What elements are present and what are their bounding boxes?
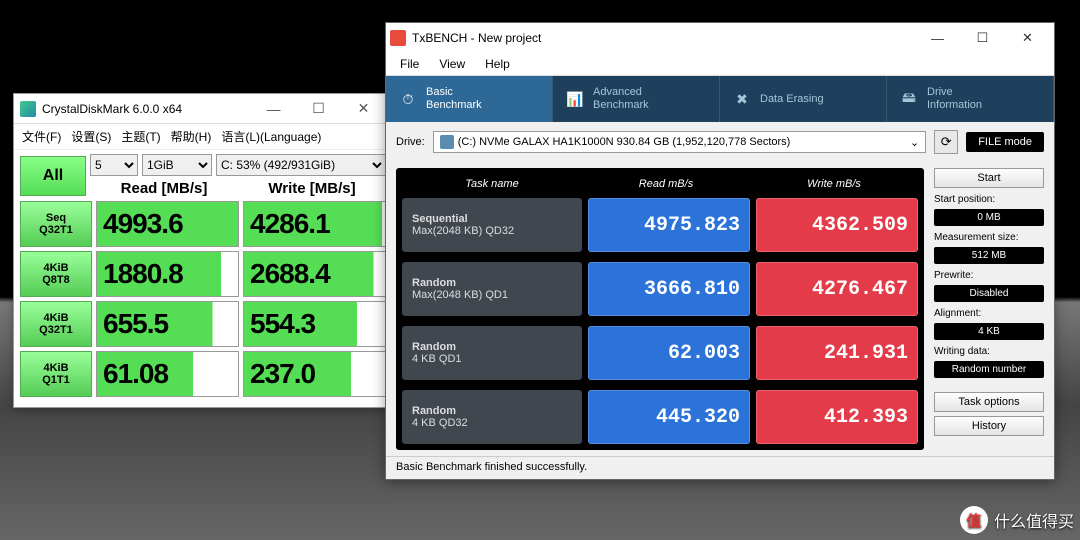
prewrite-value[interactable]: Disabled [934, 285, 1044, 302]
write-value: 2688.4 [243, 251, 386, 297]
table-row: RandomMax(2048 KB) QD1 3666.810 4276.467 [402, 262, 918, 316]
drive-select[interactable]: C: 53% (492/931GiB) [216, 154, 386, 176]
drive-label: Drive: [396, 136, 425, 148]
watermark: 值 什么值得买 [960, 506, 1074, 534]
col-read: Read mB/s [582, 178, 750, 190]
watermark-badge-icon: 值 [960, 506, 988, 534]
cdm-title: CrystalDiskMark 6.0.0 x64 [42, 102, 251, 116]
results-table: Task name Read mB/s Write mB/s Sequentia… [396, 168, 924, 450]
all-button[interactable]: All [20, 156, 86, 196]
menu-file[interactable]: 文件(F) [18, 126, 65, 147]
test-button-4kib-q32t1[interactable]: 4KiBQ32T1 [20, 301, 92, 347]
watermark-text: 什么值得买 [994, 508, 1074, 532]
txb-app-icon [390, 30, 406, 46]
size-select[interactable]: 1GiB [142, 154, 212, 176]
table-row: Random4 KB QD32 445.320 412.393 [402, 390, 918, 444]
menu-file[interactable]: File [392, 55, 427, 73]
refresh-button[interactable]: ⟳ [934, 130, 958, 154]
read-value: 4975.823 [588, 198, 750, 252]
start-button[interactable]: Start [934, 168, 1044, 188]
drive-icon: 🖴 [899, 89, 919, 109]
write-header: Write [MB/s] [238, 180, 386, 197]
tab-basic-benchmark[interactable]: ⏱ BasicBenchmark [386, 76, 553, 122]
drive-selector-row: Drive: (C:) NVMe GALAX HA1K1000N 930.84 … [386, 122, 1054, 162]
passes-select[interactable]: 5 [90, 154, 138, 176]
table-row: SequentialMax(2048 KB) QD32 4975.823 436… [402, 198, 918, 252]
close-button[interactable]: ✕ [341, 95, 386, 123]
startpos-value[interactable]: 0 MB [934, 209, 1044, 226]
minimize-button[interactable]: — [915, 24, 960, 52]
task-name: RandomMax(2048 KB) QD1 [402, 262, 582, 316]
drive-select[interactable]: (C:) NVMe GALAX HA1K1000N 930.84 GB (1,9… [433, 131, 926, 153]
write-value: 241.931 [756, 326, 918, 380]
side-panel: Start Start position: 0 MB Measurement s… [934, 168, 1044, 450]
chevron-down-icon: ⌄ [910, 136, 919, 149]
minimize-button[interactable]: — [251, 95, 296, 123]
writing-label: Writing data: [934, 346, 1044, 357]
gauge-icon: ⏱ [398, 89, 418, 109]
read-header: Read [MB/s] [90, 180, 238, 197]
menu-help[interactable]: Help [477, 55, 518, 73]
erase-icon: ✖ [732, 89, 752, 109]
txbench-window: TxBENCH - New project — ☐ ✕ File View He… [385, 22, 1055, 480]
task-name: Random4 KB QD1 [402, 326, 582, 380]
read-value: 3666.810 [588, 262, 750, 316]
meassize-value[interactable]: 512 MB [934, 247, 1044, 264]
alignment-value[interactable]: 4 KB [934, 323, 1044, 340]
txb-menubar: File View Help [386, 53, 1054, 76]
crystaldiskmark-window: CrystalDiskMark 6.0.0 x64 — ☐ ✕ 文件(F) 设置… [13, 93, 393, 408]
read-value: 445.320 [588, 390, 750, 444]
read-value: 655.5 [96, 301, 239, 347]
test-button-4kib-q1t1[interactable]: 4KiBQ1T1 [20, 351, 92, 397]
menu-theme[interactable]: 主题(T) [117, 126, 164, 147]
test-button-seq-q32t1[interactable]: SeqQ32T1 [20, 201, 92, 247]
write-value: 4276.467 [756, 262, 918, 316]
menu-settings[interactable]: 设置(S) [67, 126, 115, 147]
meassize-label: Measurement size: [934, 232, 1044, 243]
read-value: 1880.8 [96, 251, 239, 297]
status-bar: Basic Benchmark finished successfully. [386, 456, 1054, 479]
menu-language[interactable]: 语言(L)(Language) [217, 126, 325, 147]
tab-data-erasing[interactable]: ✖ Data Erasing [720, 76, 887, 122]
write-value: 4362.509 [756, 198, 918, 252]
txb-title: TxBENCH - New project [412, 31, 915, 45]
read-value: 62.003 [588, 326, 750, 380]
read-value: 61.08 [96, 351, 239, 397]
read-value: 4993.6 [96, 201, 239, 247]
write-value: 554.3 [243, 301, 386, 347]
task-name: SequentialMax(2048 KB) QD32 [402, 198, 582, 252]
write-value: 237.0 [243, 351, 386, 397]
txb-tabs: ⏱ BasicBenchmark 📊 AdvancedBenchmark ✖ D… [386, 76, 1054, 122]
write-value: 412.393 [756, 390, 918, 444]
task-options-button[interactable]: Task options [934, 392, 1044, 412]
hdd-icon [440, 135, 454, 149]
cdm-menubar: 文件(F) 设置(S) 主题(T) 帮助(H) 语言(L)(Language) [14, 124, 392, 150]
prewrite-label: Prewrite: [934, 270, 1044, 281]
tab-advanced-benchmark[interactable]: 📊 AdvancedBenchmark [553, 76, 720, 122]
tab-drive-information[interactable]: 🖴 DriveInformation [887, 76, 1054, 122]
cdm-results-grid: SeqQ32T1 4993.6 4286.1 4KiBQ8T8 1880.8 2… [20, 201, 386, 397]
writing-value[interactable]: Random number [934, 361, 1044, 378]
close-button[interactable]: ✕ [1005, 24, 1050, 52]
col-write: Write mB/s [750, 178, 918, 190]
menu-view[interactable]: View [431, 55, 473, 73]
test-button-4kib-q8t8[interactable]: 4KiBQ8T8 [20, 251, 92, 297]
startpos-label: Start position: [934, 194, 1044, 205]
drive-text: (C:) NVMe GALAX HA1K1000N 930.84 GB (1,9… [458, 136, 791, 148]
maximize-button[interactable]: ☐ [296, 95, 341, 123]
write-value: 4286.1 [243, 201, 386, 247]
menu-help[interactable]: 帮助(H) [167, 126, 216, 147]
alignment-label: Alignment: [934, 308, 1044, 319]
table-row: Random4 KB QD1 62.003 241.931 [402, 326, 918, 380]
maximize-button[interactable]: ☐ [960, 24, 1005, 52]
col-task: Task name [402, 178, 582, 190]
txb-titlebar[interactable]: TxBENCH - New project — ☐ ✕ [386, 23, 1054, 53]
file-mode-button[interactable]: FILE mode [966, 132, 1044, 152]
barchart-icon: 📊 [565, 89, 585, 109]
task-name: Random4 KB QD32 [402, 390, 582, 444]
cdm-app-icon [20, 101, 36, 117]
cdm-titlebar[interactable]: CrystalDiskMark 6.0.0 x64 — ☐ ✕ [14, 94, 392, 124]
history-button[interactable]: History [934, 416, 1044, 436]
